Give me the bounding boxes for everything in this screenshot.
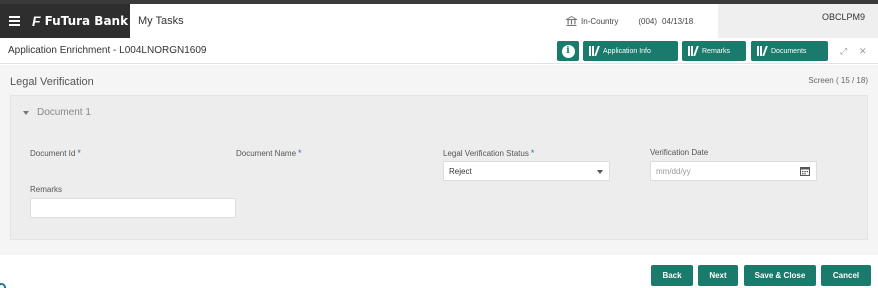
status-select[interactable]: Reject (443, 161, 610, 181)
close-icon[interactable]: ✕ (859, 46, 867, 57)
page-title: Application Enrichment - L004LNORGN1609 (8, 45, 207, 56)
document-heading: Document 1 (37, 107, 91, 118)
required-marker: * (530, 148, 535, 158)
verification-date-field[interactable]: mm/dd/yy (650, 161, 817, 181)
section-title: Legal Verification (10, 76, 94, 88)
context-info: In-Country (004) 04/13/18 (566, 16, 693, 26)
document-id-label-text: Document Id (30, 149, 76, 158)
required-marker: * (298, 148, 302, 158)
back-button[interactable]: Back (651, 265, 693, 286)
verification-date-label: Verification Date (650, 148, 709, 157)
collapse-icon[interactable] (23, 110, 29, 115)
document-id-label: Document Id * (30, 148, 81, 158)
library-icon (688, 46, 699, 56)
application-info-label: Application Info (603, 47, 651, 55)
library-icon (589, 46, 600, 56)
remarks-field-label: Remarks (30, 185, 63, 194)
screen-counter: Screen ( 15 / 18) (808, 76, 868, 85)
main-content: Legal Verification Screen ( 15 / 18) Doc… (0, 65, 878, 255)
document-name-label: Document Name * (236, 148, 302, 158)
user-id: OBCLPM9 (822, 12, 866, 22)
branch-code: (004) (638, 16, 658, 26)
documents-button[interactable]: Documents (751, 41, 828, 61)
location-text: In-Country (581, 16, 619, 26)
info-button[interactable]: i (557, 41, 579, 61)
date-placeholder: mm/dd/yy (656, 167, 691, 176)
top-bar: F FuTura Bank My Tasks In-Country (004) … (0, 0, 878, 38)
user-box[interactable]: OBCLPM9 (718, 4, 878, 38)
chevron-down-icon (597, 170, 603, 174)
bank-icon (566, 16, 577, 26)
next-button[interactable]: Next (698, 265, 738, 286)
remarks-button[interactable]: Remarks (682, 41, 746, 61)
footer-bar: Back Next Save & Close Cancel (0, 255, 878, 288)
cancel-button[interactable]: Cancel (821, 265, 871, 286)
status-label: Legal Verification Status * (443, 148, 534, 158)
info-icon: i (561, 44, 575, 58)
status-label-text: Legal Verification Status (443, 149, 529, 158)
save-close-button[interactable]: Save & Close (744, 265, 816, 286)
calendar-icon[interactable] (800, 166, 810, 176)
remarks-label: Remarks (702, 47, 731, 55)
brand-logo-icon: F (32, 13, 41, 29)
document-header[interactable]: Document 1 (23, 107, 91, 118)
documents-label: Documents (771, 47, 807, 55)
current-date: 04/13/18 (662, 16, 694, 26)
remarks-input[interactable] (30, 198, 236, 218)
status-dot-icon (0, 283, 6, 288)
library-icon (757, 46, 768, 56)
application-info-button[interactable]: Application Info (583, 41, 678, 61)
document-name-label-text: Document Name (236, 149, 297, 158)
my-tasks-link[interactable]: My Tasks (138, 15, 184, 27)
brand-name: FuTura Bank (44, 14, 129, 28)
menu-icon[interactable] (9, 16, 20, 26)
expand-icon[interactable]: ⤢ (840, 46, 847, 57)
title-bar: Application Enrichment - L004LNORGN1609 … (0, 38, 878, 64)
required-marker: * (77, 148, 81, 158)
brand-bar: F FuTura Bank (0, 4, 130, 38)
status-selected-value: Reject (449, 167, 472, 176)
